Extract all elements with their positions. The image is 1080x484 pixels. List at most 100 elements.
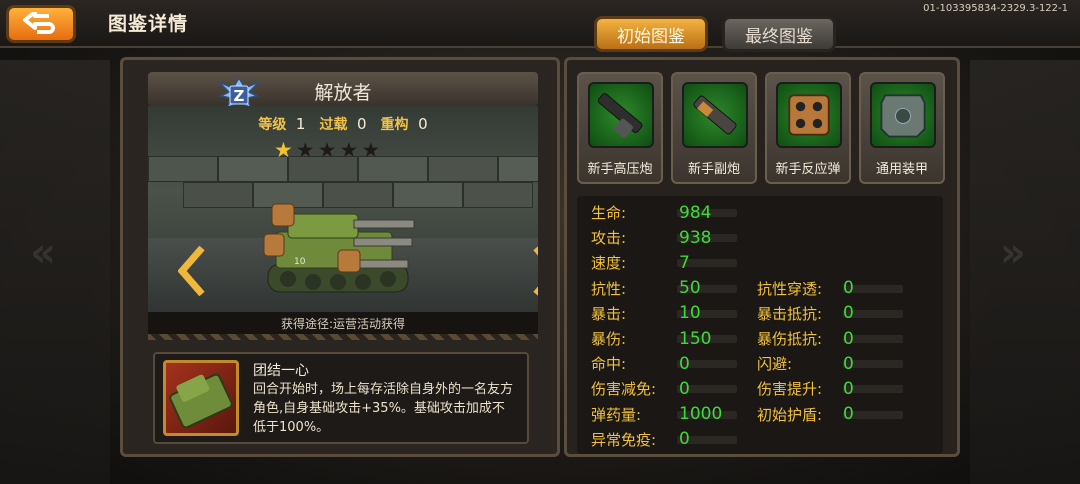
attribute-row: 伤害减免: 0 <box>591 376 751 401</box>
equip-label: 新手高压炮 <box>587 162 653 177</box>
attribute-row: 抗性: 50 <box>591 276 751 301</box>
tank-sprite: 10 <box>263 203 415 293</box>
attribute-key: 异常免疫: <box>591 430 657 449</box>
equip-label: 通用装甲 <box>875 162 928 177</box>
chevron-left-decor-icon: « <box>30 230 56 276</box>
attribute-key: 攻击: <box>591 229 627 248</box>
attribute-row: 速度: 7 <box>591 250 751 275</box>
equipment-stats-panel: 新手高压炮 新手副炮 新手反应弹 通用装甲 生命: 984 攻击: 938 速度: 7 抗性… <box>564 57 960 457</box>
attribute-key: 生命: <box>591 204 627 222</box>
attribute-value: 0 <box>843 278 854 299</box>
attribute-value: 0 <box>679 378 690 399</box>
acquire-source: 获得途径:运营活动获得 <box>148 312 538 334</box>
skill-tank-icon <box>169 373 233 429</box>
tab-final-codex[interactable]: 最终图鉴 <box>722 16 836 52</box>
attribute-row: 暴击抵抗: 0 <box>757 301 917 326</box>
attribute-key: 抗性穿透: <box>757 279 823 298</box>
right-side-door: » <box>970 60 1080 484</box>
tab-initial-codex[interactable]: 初始图鉴 <box>594 16 708 52</box>
secondary-gun-icon <box>682 82 748 148</box>
attribute-value: 0 <box>679 429 690 450</box>
attribute-key: 伤害减免: <box>591 380 657 399</box>
attribute-value: 0 <box>843 328 854 349</box>
attribute-row: 伤害提升: 0 <box>757 376 917 401</box>
attribute-row: 闪避: 0 <box>757 351 917 376</box>
missile-pod-icon <box>776 82 842 148</box>
skill-icon[interactable] <box>163 360 239 436</box>
rebuild-label: 重构 <box>380 117 409 133</box>
overload-value: 0 <box>357 115 367 133</box>
return-arrow-icon <box>23 12 55 34</box>
equip-slot-missile-pod[interactable]: 新手反应弹 <box>765 72 851 184</box>
star-empty-icon: ★ <box>295 138 315 162</box>
attribute-key: 暴伤: <box>591 330 627 348</box>
unit-name-bar: 解放者 <box>148 72 538 106</box>
skill-description: 回合开始时，场上每存活除自身外的一名友方角色,自身基础攻击+35%。基础攻击加成… <box>253 382 514 435</box>
rebuild-value: 0 <box>418 115 428 133</box>
cannon-icon <box>588 82 654 148</box>
attribute-row: 异常免疫: 0 <box>591 427 751 452</box>
attribute-value: 938 <box>679 227 712 248</box>
unit-level-line: 等级 1 过载 0 重构 0 <box>148 114 538 134</box>
overload-label: 过载 <box>319 117 348 133</box>
attribute-value: 0 <box>843 303 854 324</box>
attribute-row: 攻击: 938 <box>591 225 751 250</box>
star-rating: ★ ★ ★ ★ ★ <box>274 138 380 162</box>
attribute-value: 0 <box>679 353 690 374</box>
equip-label: 新手副炮 <box>687 162 740 177</box>
star-empty-icon: ★ <box>339 138 359 162</box>
skill-panel: 团结一心 回合开始时，场上每存活除自身外的一名友方角色,自身基础攻击+35%。基… <box>153 352 529 444</box>
attribute-key: 伤害提升: <box>757 380 823 399</box>
tank-number: 10 <box>294 257 306 267</box>
equip-slot-armor[interactable]: 通用装甲 <box>859 72 945 184</box>
attribute-key: 抗性: <box>591 279 627 298</box>
level-value: 1 <box>295 115 306 133</box>
attribute-key: 命中: <box>591 355 627 374</box>
attribute-key: 暴击抵抗: <box>757 304 823 323</box>
equip-slot-cannon[interactable]: 新手高压炮 <box>577 72 663 184</box>
chevron-right-decor-icon: » <box>1000 230 1026 276</box>
attribute-value: 0 <box>843 404 854 425</box>
previous-unit-arrow-icon[interactable] <box>178 246 208 296</box>
page-title: 图鉴详情 <box>108 13 189 35</box>
top-bar: 图鉴详情 01-103395834-2329.3-122-1 <box>0 0 1080 48</box>
attribute-key: 暴伤抵抗: <box>757 330 823 348</box>
equip-slot-secondary-gun[interactable]: 新手副炮 <box>671 72 757 184</box>
left-side-door: « <box>0 60 110 484</box>
attribute-value: 150 <box>679 328 712 349</box>
attribute-key: 弹药量: <box>591 405 642 424</box>
attribute-value: 984 <box>679 202 712 223</box>
attribute-value: 0 <box>843 353 854 374</box>
attribute-value: 1000 <box>679 404 723 425</box>
attribute-row: 命中: 0 <box>591 351 751 376</box>
star-empty-icon: ★ <box>317 138 337 162</box>
attribute-row: 暴伤: 150 <box>591 326 751 351</box>
next-unit-arrow-icon[interactable] <box>530 246 538 296</box>
unit-panel: 解放者 Z 等级 1 过载 0 重构 0 ★ ★ ★ ★ ★ 10 获得途径:运… <box>120 57 560 457</box>
star-filled-icon: ★ <box>274 138 293 162</box>
attribute-row: 生命: 984 <box>591 200 751 225</box>
attribute-key: 初始护盾: <box>757 405 823 424</box>
back-button[interactable] <box>6 5 76 43</box>
attribute-value: 0 <box>843 378 854 399</box>
attribute-row: 暴击: 10 <box>591 301 751 326</box>
star-empty-icon: ★ <box>361 138 381 162</box>
attribute-row: 初始护盾: 0 <box>757 402 917 427</box>
attribute-value: 10 <box>679 303 701 324</box>
equip-label: 新手反应弹 <box>775 162 841 177</box>
attribute-row: 弹药量: 1000 <box>591 402 751 427</box>
armor-plate-icon <box>870 82 936 148</box>
unit-preview-stage: 等级 1 过载 0 重构 0 ★ ★ ★ ★ ★ 10 <box>148 106 538 318</box>
attribute-key: 闪避: <box>757 355 793 374</box>
attribute-row: 暴伤抵抗: 0 <box>757 326 917 351</box>
attribute-row: 抗性穿透: 0 <box>757 276 917 301</box>
attribute-key: 速度: <box>591 254 627 273</box>
attribute-value: 7 <box>679 252 690 273</box>
hazard-stripe <box>148 334 538 340</box>
skill-name: 团结一心 <box>253 363 309 379</box>
attribute-key: 暴击: <box>591 304 627 323</box>
attribute-list: 生命: 984 攻击: 938 速度: 7 抗性: 50 暴击: 10 暴伤: 150 命中: 0 伤害减免… <box>577 196 943 454</box>
build-id: 01-103395834-2329.3-122-1 <box>923 3 1068 14</box>
unit-name: 解放者 <box>314 82 372 104</box>
level-label: 等级 <box>258 117 287 133</box>
